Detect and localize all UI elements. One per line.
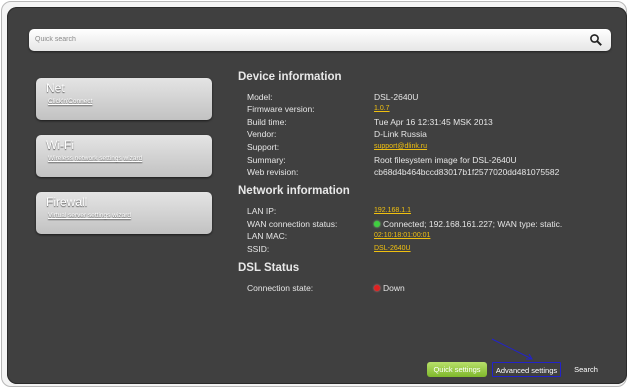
card-firewall[interactable]: Firewall Virtual server settings wizard	[36, 192, 212, 234]
info-label: Summary:	[247, 155, 286, 165]
info-label: Vendor:	[247, 129, 277, 139]
info-label: LAN IP:	[247, 206, 277, 216]
search-bar[interactable]	[29, 29, 611, 51]
info-value: Connected; 192.168.161.227; WAN type: st…	[383, 219, 563, 229]
card-link-virtual-server-wizard[interactable]: Virtual server settings wizard	[48, 212, 131, 219]
info-label: Connection state:	[247, 283, 314, 293]
info-label: SSID:	[247, 244, 270, 254]
card-link-click-n-connect[interactable]: Click'n'Connect	[48, 98, 92, 105]
info-value: DSL-2640U	[374, 92, 419, 102]
info-value: Root filesystem image for DSL-2640U	[374, 155, 517, 165]
lan-mac-link[interactable]: 02:10:18:01:00:01	[374, 232, 430, 244]
firmware-link[interactable]: 1.0.7	[374, 105, 390, 117]
info-value: D-Link Russia	[374, 129, 427, 139]
support-link[interactable]: support@dlink.ru	[374, 143, 427, 155]
network-info-heading: Network information	[238, 185, 350, 197]
advanced-settings-button[interactable]: Advanced settings	[492, 362, 561, 377]
search-icon[interactable]	[589, 33, 603, 47]
device-info-heading: Device information	[238, 71, 342, 83]
info-label: WAN connection status:	[247, 219, 338, 229]
wan-status-value: Connected; 192.168.161.227; WAN type: st…	[374, 219, 562, 231]
info-label: Model:	[247, 92, 273, 102]
card-title: Net	[46, 81, 65, 95]
info-label: LAN MAC:	[247, 231, 288, 241]
ssid-link[interactable]: DSL-2640U	[374, 245, 411, 257]
lan-ip-link[interactable]: 192.168.1.1	[374, 207, 411, 219]
info-label: Firmware version:	[247, 104, 315, 114]
card-link-wireless-wizard[interactable]: Wireless network settings wizard	[48, 155, 142, 162]
card-title: Firewall	[46, 195, 88, 209]
card-net[interactable]: Net Click'n'Connect	[36, 78, 212, 120]
pointer-arrow-icon	[491, 338, 533, 360]
search-input[interactable]	[35, 31, 575, 47]
search-button[interactable]: Search	[568, 362, 604, 377]
info-value: Tue Apr 16 12:31:45 MSK 2013	[374, 117, 493, 127]
card-title: Wi-Fi	[46, 138, 74, 152]
info-label: Support:	[247, 142, 280, 152]
card-wifi[interactable]: Wi-Fi Wireless network settings wizard	[36, 135, 212, 177]
quick-settings-button[interactable]: Quick settings	[427, 362, 487, 377]
info-label: Build time:	[247, 117, 287, 127]
info-value: Down	[383, 283, 405, 293]
status-down-icon	[374, 285, 380, 291]
info-label: Web revision:	[247, 167, 299, 177]
dsl-state-value: Down	[374, 283, 405, 295]
status-ok-icon	[374, 221, 380, 227]
dsl-status-heading: DSL Status	[238, 262, 300, 274]
info-value: cb68d4b464bccd83017b1f2577020dd481075582	[374, 167, 560, 177]
